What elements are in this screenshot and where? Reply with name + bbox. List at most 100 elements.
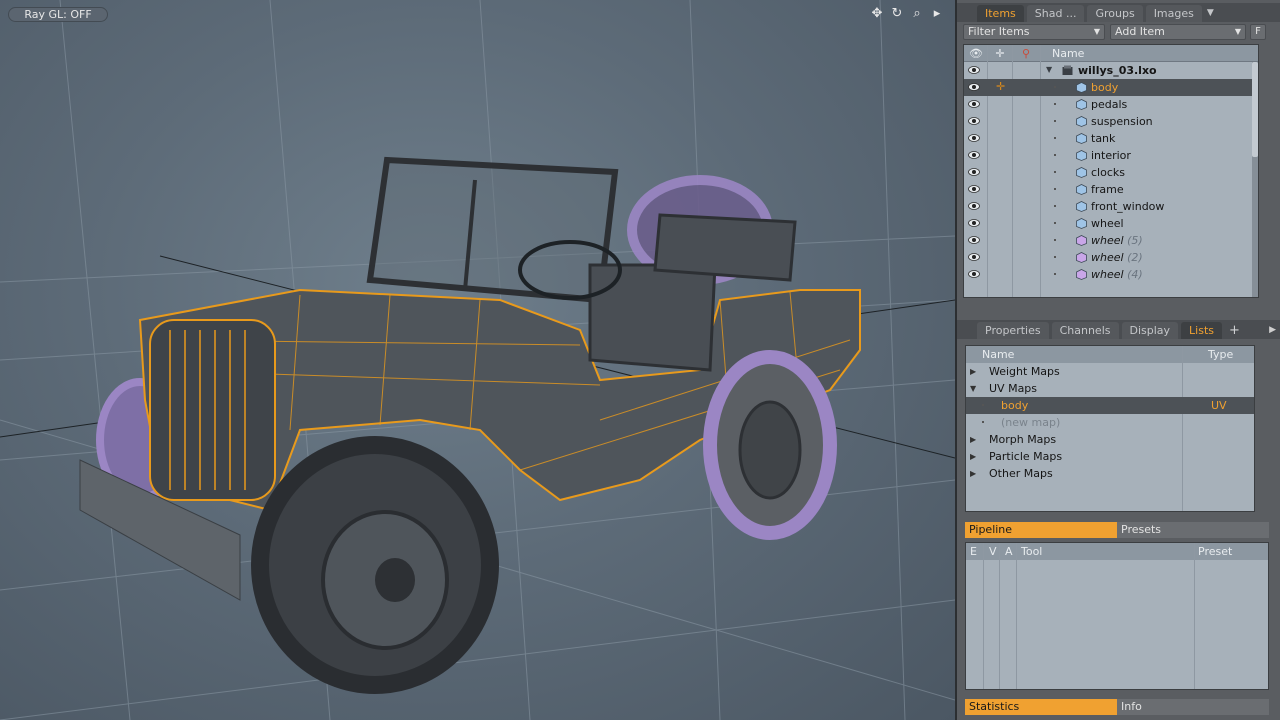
eye-icon[interactable] xyxy=(968,269,980,279)
tab-pipeline[interactable]: Pipeline xyxy=(965,522,1117,538)
tab-statistics[interactable]: Statistics xyxy=(965,699,1117,715)
tab-display[interactable]: Display xyxy=(1121,322,1179,339)
list-item[interactable]: ▼ UV Maps xyxy=(966,380,1254,397)
list-item[interactable]: ▶ Morph Maps xyxy=(966,431,1254,448)
rear-tire xyxy=(703,350,837,540)
name-column-header[interactable]: Name xyxy=(1052,45,1084,62)
list-item-label: (new map) xyxy=(1001,416,1061,429)
instance-count: (5) xyxy=(1127,234,1143,247)
mesh-icon xyxy=(1076,99,1087,110)
tree-item[interactable]: frame xyxy=(964,181,1258,198)
lists-name-header[interactable]: Name xyxy=(982,346,1014,363)
mesh-icon xyxy=(1076,82,1087,93)
tree-item-label: suspension xyxy=(1091,115,1153,128)
ray-gl-toggle[interactable]: Ray GL: OFF xyxy=(8,7,108,22)
tree-item[interactable]: wheel (5) xyxy=(964,232,1258,249)
chevron-down-icon[interactable]: ▼ xyxy=(1207,5,1214,22)
pipeline-col-preset[interactable]: Preset xyxy=(1198,543,1232,560)
collapse-arrow-icon[interactable]: ▼ xyxy=(970,384,976,393)
tree-item[interactable]: pedals xyxy=(964,96,1258,113)
list-item[interactable]: ▶ Particle Maps xyxy=(966,448,1254,465)
tree-item[interactable]: front_window xyxy=(964,198,1258,215)
tab-items[interactable]: Items xyxy=(977,5,1024,22)
eye-icon[interactable] xyxy=(968,65,980,75)
tree-item[interactable]: suspension xyxy=(964,113,1258,130)
list-item-label: body xyxy=(1001,399,1029,412)
list-item[interactable]: (new map) xyxy=(966,414,1254,431)
tab-groups[interactable]: Groups xyxy=(1087,5,1143,22)
items-tree: 👁 ✛ ⚲ Name ▼ willys_03.lxo ✛ body pedals susp… xyxy=(963,44,1259,298)
tab-shaders[interactable]: Shad ... xyxy=(1026,5,1085,22)
pipeline-col-v[interactable]: V xyxy=(989,543,997,560)
tab-presets[interactable]: Presets xyxy=(1121,522,1161,538)
expand-arrow-icon[interactable]: ▶ xyxy=(970,469,976,478)
expand-icon[interactable]: ▸ xyxy=(929,6,945,22)
rotate-icon[interactable]: ↻ xyxy=(889,6,905,22)
move-icon[interactable]: ✥ xyxy=(869,6,885,22)
tree-item-label: interior xyxy=(1091,149,1131,162)
properties-tabbar: Properties Channels Display Lists + ▶ xyxy=(957,320,1280,339)
eye-icon[interactable] xyxy=(968,133,980,143)
tree-item[interactable]: wheel xyxy=(964,215,1258,232)
chevron-down-icon: ▼ xyxy=(1093,27,1100,36)
expand-arrow-icon[interactable]: ▼ xyxy=(1046,65,1052,74)
eye-icon[interactable] xyxy=(968,167,980,177)
mesh-icon xyxy=(1076,150,1087,161)
eye-icon[interactable] xyxy=(968,201,980,211)
eye-icon[interactable] xyxy=(968,235,980,245)
tree-item-label: wheel xyxy=(1091,217,1124,230)
transform-icon[interactable]: ✛ xyxy=(996,80,1005,93)
chevron-right-icon[interactable]: ▶ xyxy=(1269,322,1276,339)
eye-icon[interactable] xyxy=(968,184,980,194)
items-tabbar: Items Shad ... Groups Images ▼ xyxy=(957,3,1280,22)
tree-item[interactable]: interior xyxy=(964,147,1258,164)
lists-header: Name Type xyxy=(966,346,1254,363)
list-item[interactable]: ▶ Other Maps xyxy=(966,465,1254,482)
pipeline-col-a[interactable]: A xyxy=(1005,543,1013,560)
add-tab-icon[interactable]: + xyxy=(1229,322,1240,339)
list-item-label: Morph Maps xyxy=(989,433,1057,446)
eye-icon[interactable] xyxy=(968,99,980,109)
lists-type-header[interactable]: Type xyxy=(1208,346,1233,363)
tree-item-label: frame xyxy=(1091,183,1124,196)
f-button[interactable]: F xyxy=(1250,24,1266,40)
pipeline-col-e[interactable]: E xyxy=(970,543,977,560)
tab-channels[interactable]: Channels xyxy=(1051,322,1119,339)
zoom-icon[interactable]: ⌕ xyxy=(909,6,925,22)
filter-items-dropdown[interactable]: Filter Items ▼ xyxy=(963,24,1105,40)
expand-arrow-icon[interactable]: ▶ xyxy=(970,435,976,444)
mesh-icon xyxy=(1076,184,1087,195)
eye-icon[interactable] xyxy=(968,116,980,126)
instance-icon xyxy=(1076,252,1087,263)
tree-item[interactable]: wheel (2) xyxy=(964,249,1258,266)
eye-icon[interactable] xyxy=(968,218,980,228)
3d-viewport[interactable]: Ray GL: OFF ✥ ↻ ⌕ ▸ xyxy=(0,0,955,720)
tree-item-label: body xyxy=(1091,81,1119,94)
eye-icon[interactable] xyxy=(968,150,980,160)
tab-lists[interactable]: Lists xyxy=(1181,322,1223,339)
list-item[interactable]: ▶ Weight Maps xyxy=(966,363,1254,380)
instance-icon xyxy=(1076,269,1087,280)
add-item-dropdown[interactable]: Add Item ▼ xyxy=(1110,24,1246,40)
tab-properties[interactable]: Properties xyxy=(977,322,1049,339)
tab-images[interactable]: Images xyxy=(1145,5,1202,22)
tree-item[interactable]: ✛ body xyxy=(964,79,1258,96)
tree-item-label: front_window xyxy=(1091,200,1165,213)
pipeline-col-tool[interactable]: Tool xyxy=(1021,543,1042,560)
eye-icon[interactable] xyxy=(968,252,980,262)
list-item[interactable]: body UV xyxy=(966,397,1254,414)
items-scrollbar[interactable] xyxy=(1252,62,1258,297)
mesh-icon xyxy=(1076,201,1087,212)
expand-arrow-icon[interactable]: ▶ xyxy=(970,452,976,461)
tree-item-label: wheel (4) xyxy=(1091,268,1143,281)
tree-item[interactable]: wheel (4) xyxy=(964,266,1258,283)
right-panel: Items Shad ... Groups Images ▼ Filter It… xyxy=(955,0,1280,720)
tab-info[interactable]: Info xyxy=(1121,699,1142,715)
eye-icon[interactable] xyxy=(968,82,980,92)
tree-item[interactable]: clocks xyxy=(964,164,1258,181)
scene-item[interactable]: ▼ willys_03.lxo xyxy=(964,62,1258,79)
mesh-icon xyxy=(1076,116,1087,127)
tree-item[interactable]: tank xyxy=(964,130,1258,147)
front-tire xyxy=(251,436,499,694)
expand-arrow-icon[interactable]: ▶ xyxy=(970,367,976,376)
